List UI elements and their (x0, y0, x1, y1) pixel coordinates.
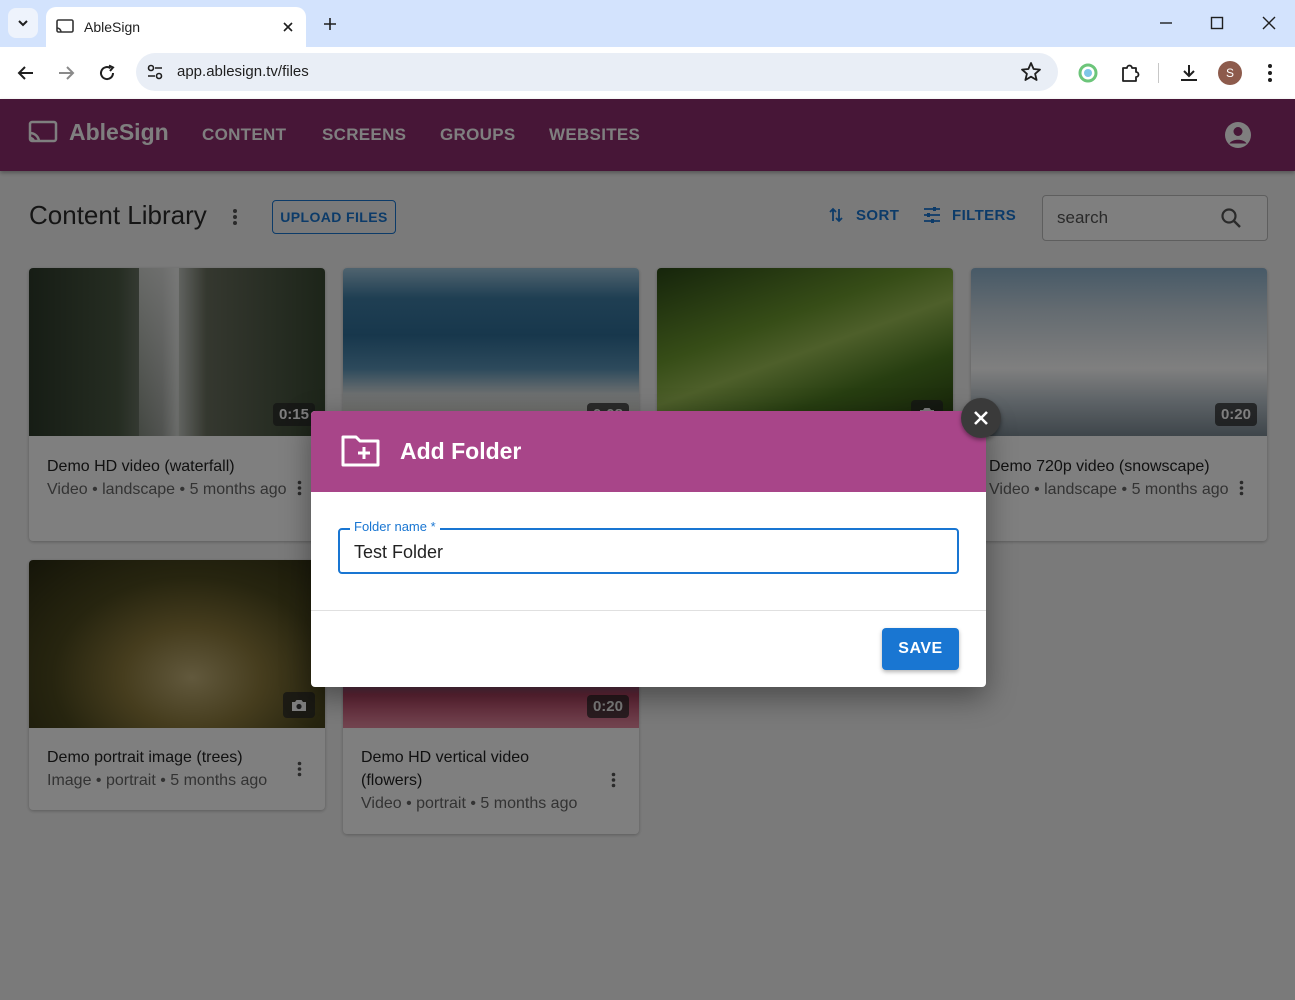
folder-name-input[interactable] (354, 540, 934, 564)
dialog-header: Add Folder (311, 411, 986, 492)
back-button[interactable] (12, 59, 40, 87)
site-settings-icon[interactable] (146, 63, 164, 81)
browser-toolbar: app.ablesign.tv/files S (0, 47, 1295, 99)
maximize-button[interactable] (1203, 10, 1231, 36)
maximize-icon (1210, 16, 1224, 30)
browser-tabstrip: AbleSign (0, 0, 1295, 47)
plus-icon (324, 18, 336, 30)
more-vertical-icon (1268, 64, 1272, 82)
add-folder-dialog: Add Folder Folder name * SAVE (311, 411, 986, 687)
folder-name-field[interactable]: Folder name * (338, 519, 959, 574)
close-icon (974, 411, 988, 425)
dialog-title: Add Folder (400, 438, 522, 464)
folder-name-label: Folder name * (350, 519, 440, 534)
minimize-button[interactable] (1152, 10, 1180, 36)
tab-close-icon[interactable] (280, 19, 296, 35)
download-icon (1181, 65, 1197, 81)
extension-button[interactable] (1074, 59, 1102, 87)
save-button[interactable]: SAVE (882, 628, 959, 670)
tab-title: AbleSign (84, 19, 141, 35)
arrow-right-icon (59, 66, 75, 80)
close-icon (1262, 16, 1276, 30)
url-text: app.ablesign.tv/files (177, 63, 309, 80)
tab-search-button[interactable] (8, 8, 38, 38)
puzzle-icon (1122, 64, 1140, 82)
browser-menu-button[interactable] (1256, 59, 1284, 87)
dialog-close-button[interactable] (961, 398, 1001, 438)
address-bar[interactable]: app.ablesign.tv/files (136, 53, 1058, 91)
chevron-down-icon (18, 20, 28, 27)
new-tab-button[interactable] (318, 12, 342, 36)
browser-tab[interactable]: AbleSign (46, 7, 306, 47)
profile-avatar: S (1218, 61, 1242, 85)
reload-icon (100, 64, 115, 81)
create-folder-icon (341, 435, 380, 467)
forward-button[interactable] (52, 59, 80, 87)
cast-favicon-icon (56, 19, 74, 33)
extensions-button[interactable] (1116, 59, 1144, 87)
minimize-icon (1160, 22, 1172, 24)
extension-circle-icon (1078, 63, 1098, 83)
toolbar-separator (1158, 63, 1159, 83)
profile-button[interactable]: S (1216, 59, 1244, 87)
dialog-divider (311, 610, 986, 611)
downloads-button[interactable] (1175, 59, 1203, 87)
star-icon[interactable] (1020, 61, 1042, 83)
arrow-left-icon (17, 66, 33, 80)
reload-button[interactable] (93, 59, 121, 87)
close-window-button[interactable] (1255, 10, 1283, 36)
